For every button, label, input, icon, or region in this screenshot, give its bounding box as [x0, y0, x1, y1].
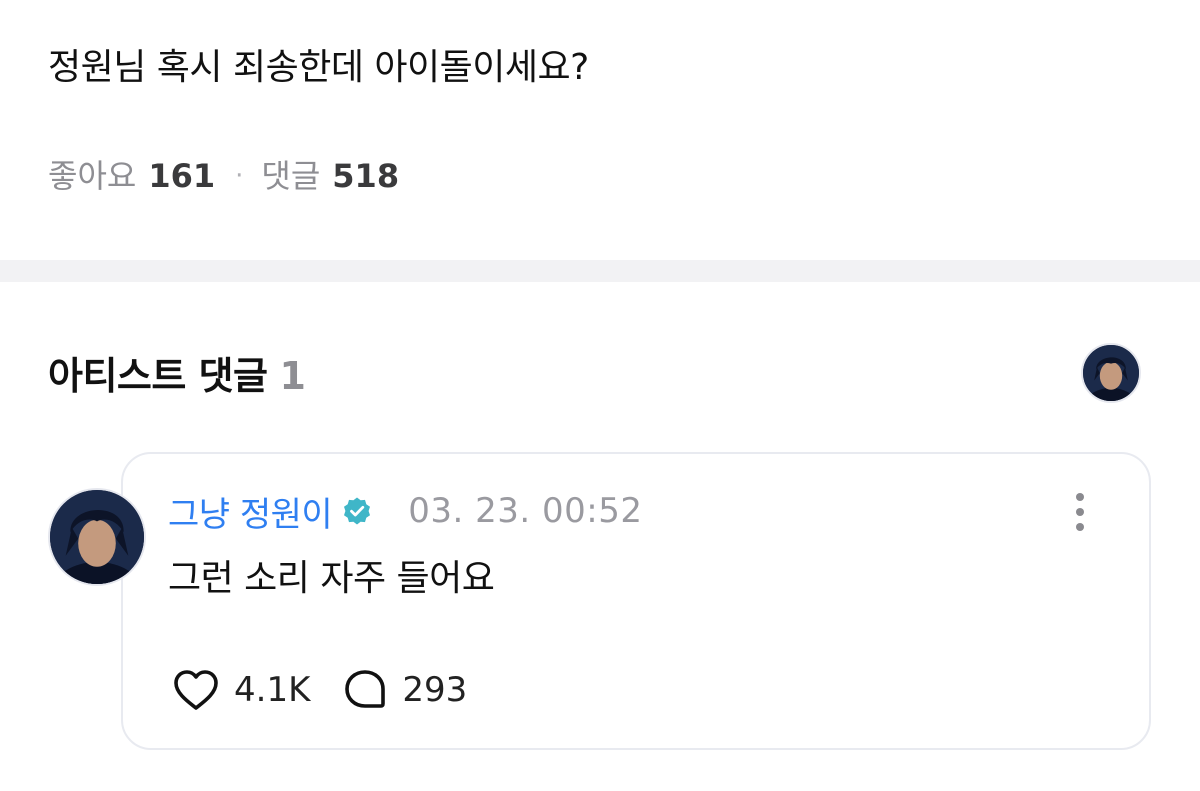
speech-bubble-icon	[345, 670, 386, 708]
more-dot-icon	[1076, 523, 1084, 531]
comment-meta: 그냥 정원이 03. 23. 00:52	[168, 487, 643, 536]
avatar-portrait-icon	[1083, 345, 1139, 401]
section-title: 아티스트 댓글	[48, 354, 268, 398]
post-stats: 좋아요 161 · 댓글 518	[48, 154, 399, 198]
artist-avatar[interactable]	[1081, 343, 1141, 403]
comments-count[interactable]: 518	[332, 154, 399, 198]
like-count: 4.1K	[234, 670, 311, 710]
like-button[interactable]: 4.1K	[172, 668, 310, 712]
comments-label[interactable]: 댓글	[261, 154, 320, 198]
verified-badge-icon	[342, 496, 372, 526]
more-dot-icon	[1076, 493, 1084, 501]
comment-actions: 4.1K 293	[172, 666, 467, 714]
comment-author-avatar[interactable]	[48, 488, 146, 586]
reply-button[interactable]: 293	[342, 668, 467, 712]
avatar-portrait-icon	[50, 490, 144, 584]
heart-icon	[174, 670, 218, 710]
likes-label[interactable]: 좋아요	[48, 154, 136, 198]
post-body: 정원님 혹시 죄송한데 아이돌이세요?	[48, 47, 589, 88]
stats-separator: ·	[235, 161, 244, 191]
comment-text: 그런 소리 자주 들어요	[168, 558, 495, 599]
reply-count: 293	[402, 670, 468, 710]
comment-timestamp: 03. 23. 00:52	[408, 491, 643, 531]
more-options-button[interactable]	[1064, 490, 1096, 534]
artist-comments-header: 아티스트 댓글 1	[48, 350, 306, 402]
section-divider	[0, 260, 1200, 282]
likes-count[interactable]: 161	[148, 154, 215, 198]
section-count: 1	[279, 354, 306, 398]
comment-author-name[interactable]: 그냥 정원이	[168, 487, 333, 536]
more-dot-icon	[1076, 508, 1084, 516]
